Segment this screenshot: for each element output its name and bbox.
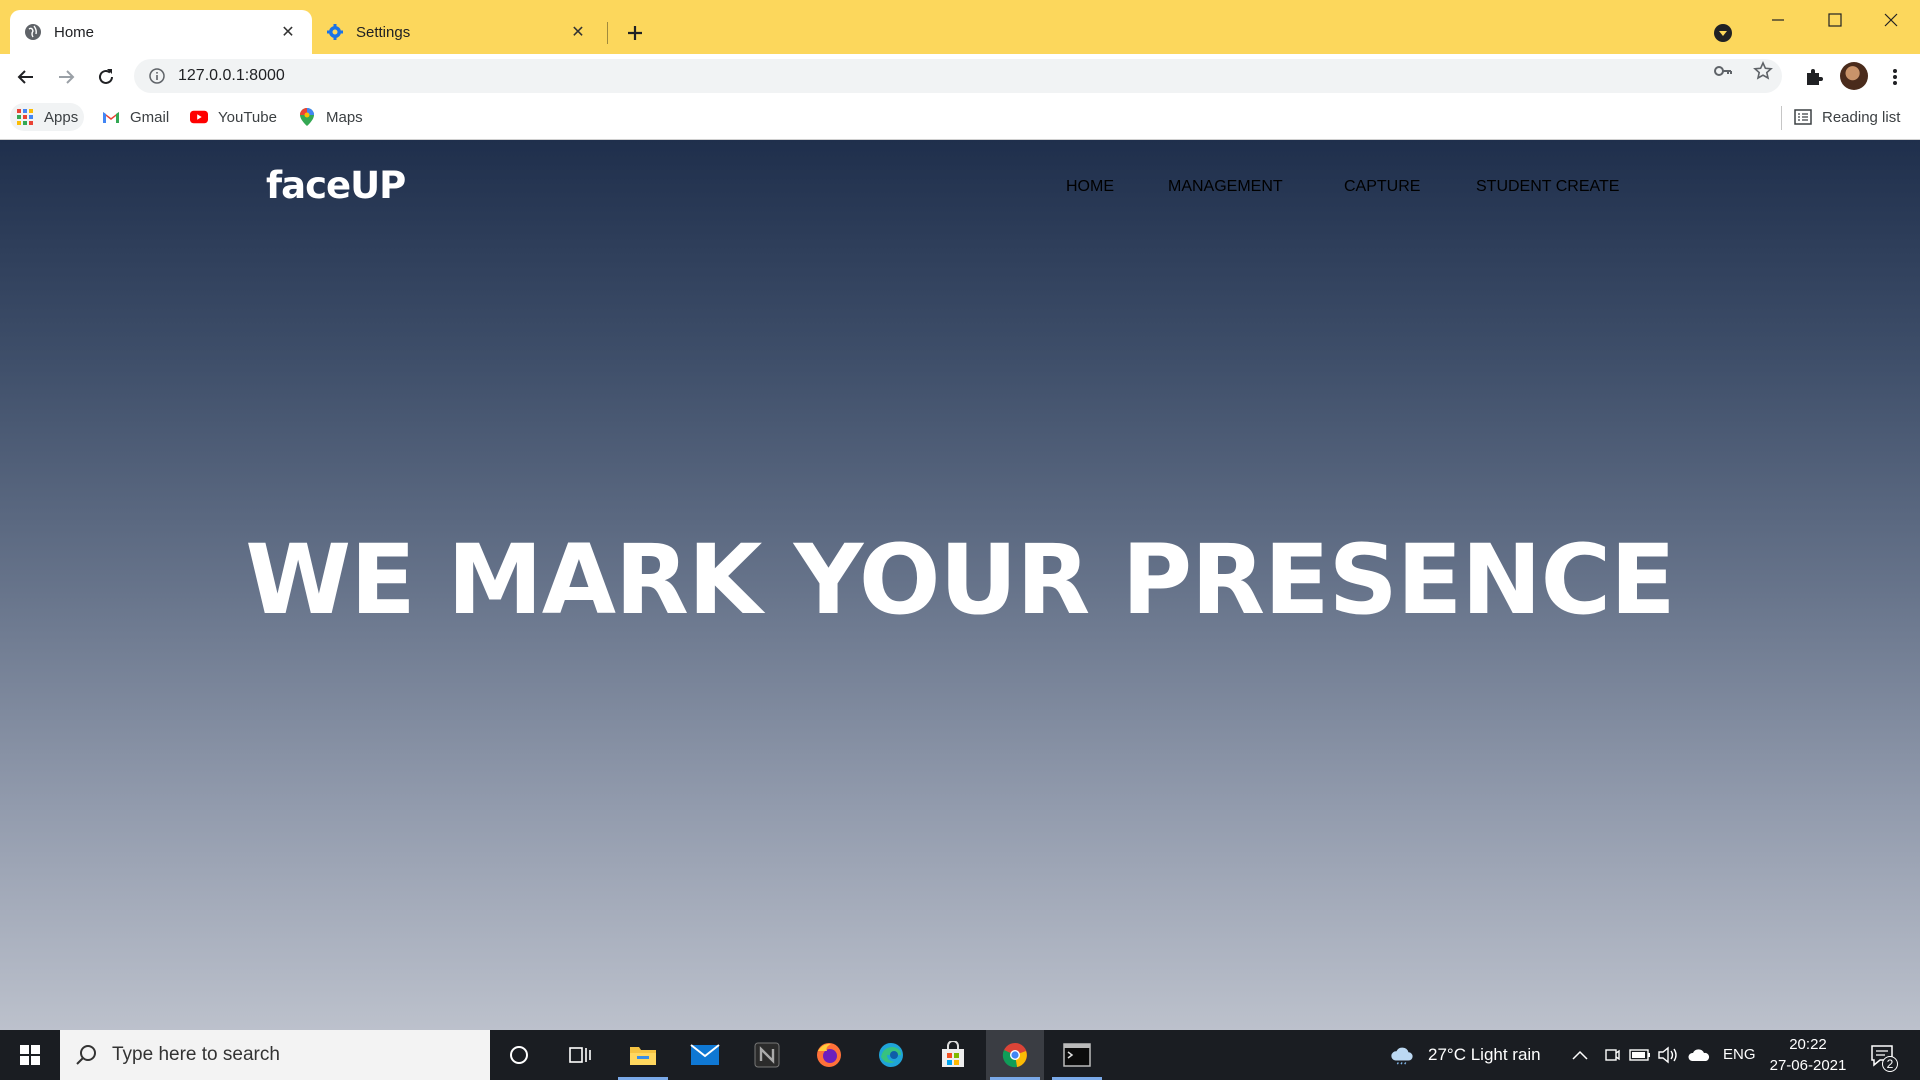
key-icon[interactable] <box>1713 61 1733 81</box>
bookmark-label: Maps <box>326 108 363 126</box>
site-logo[interactable]: faceUP <box>266 164 406 207</box>
clock[interactable]: 20:22 27-06-2021 <box>1760 1034 1856 1076</box>
weather-text[interactable]: 27°C Light rain <box>1428 1045 1541 1065</box>
chevron-up-icon[interactable] <box>1568 1043 1592 1067</box>
language-indicator[interactable]: ENG <box>1723 1046 1756 1063</box>
windows-start-icon[interactable] <box>0 1030 60 1080</box>
browser-title-bar: Home ✕ Settings ✕ <box>0 0 1920 54</box>
tab-label: Home <box>54 23 95 41</box>
extensions-puzzle-icon[interactable] <box>1801 64 1827 90</box>
terminal-icon[interactable] <box>1048 1030 1106 1080</box>
bookmark-label: Gmail <box>130 108 170 126</box>
web-page: faceUP HOME MANAGEMENT CAPTURE STUDENT C… <box>0 140 1920 1030</box>
mail-icon[interactable] <box>676 1030 734 1080</box>
tab-settings[interactable]: Settings ✕ <box>312 10 602 54</box>
file-explorer-icon[interactable] <box>614 1030 672 1080</box>
nav-student-create[interactable]: STUDENT CREATE <box>1476 178 1619 196</box>
youtube-icon <box>190 108 208 126</box>
nav-management[interactable]: MANAGEMENT <box>1168 178 1283 196</box>
bookmark-gmail[interactable]: Gmail <box>96 103 175 131</box>
reading-list-button[interactable]: Reading list <box>1788 103 1906 131</box>
search-icon <box>74 1043 98 1067</box>
hero-headline: WE MARK YOUR PRESENCE <box>245 524 1675 636</box>
bookmark-youtube[interactable]: YouTube <box>184 103 283 131</box>
bookmark-maps[interactable]: Maps <box>292 103 369 131</box>
task-view-icon[interactable] <box>551 1030 609 1080</box>
profile-avatar[interactable] <box>1840 62 1868 90</box>
cortana-icon[interactable] <box>490 1030 548 1080</box>
menu-kebab-icon[interactable] <box>1882 64 1908 90</box>
maximize-icon[interactable] <box>1815 8 1855 32</box>
tab-search-icon[interactable] <box>1712 22 1734 44</box>
reload-icon[interactable] <box>93 64 119 90</box>
globe-icon <box>24 23 42 41</box>
notification-count: 2 <box>1882 1056 1898 1072</box>
gear-icon <box>326 23 344 41</box>
back-arrow-icon[interactable] <box>13 64 39 90</box>
close-window-icon[interactable] <box>1871 8 1911 32</box>
nav-capture[interactable]: CAPTURE <box>1344 178 1420 196</box>
bookmarks-bar: Apps Gmail YouTube Maps Reading list <box>0 98 1920 140</box>
tab-divider <box>607 22 608 44</box>
address-bar[interactable] <box>134 59 1782 93</box>
reading-list-icon <box>1794 108 1812 126</box>
search-input[interactable] <box>112 1044 472 1066</box>
edge-icon[interactable] <box>862 1030 920 1080</box>
close-icon[interactable]: ✕ <box>278 22 298 42</box>
info-icon[interactable] <box>148 67 166 85</box>
bookmark-label: Apps <box>44 108 79 126</box>
new-tab-button[interactable] <box>620 18 650 48</box>
bookmark-label: YouTube <box>218 108 277 126</box>
chrome-icon[interactable] <box>986 1030 1044 1080</box>
maps-pin-icon <box>298 108 316 126</box>
notifications-icon[interactable]: 2 <box>1868 1042 1898 1072</box>
onedrive-icon[interactable] <box>1687 1043 1711 1067</box>
store-icon[interactable] <box>924 1030 982 1080</box>
notion-icon[interactable] <box>738 1030 796 1080</box>
taskbar: 27°C Light rain ENG 20:22 27-06-2021 2 <box>0 1030 1920 1080</box>
bookmarks-divider <box>1781 106 1782 130</box>
battery-icon[interactable] <box>1628 1043 1652 1067</box>
gmail-icon <box>102 108 120 126</box>
tab-home[interactable]: Home ✕ <box>10 10 312 54</box>
firefox-icon[interactable] <box>800 1030 858 1080</box>
url-input[interactable] <box>178 67 778 85</box>
close-icon[interactable]: ✕ <box>568 22 588 42</box>
clock-time: 20:22 <box>1789 1036 1827 1053</box>
star-bookmark-icon[interactable] <box>1753 61 1773 81</box>
reading-list-label: Reading list <box>1822 108 1901 126</box>
bookmark-apps[interactable]: Apps <box>10 103 85 131</box>
taskbar-search[interactable] <box>60 1030 490 1080</box>
minimize-icon[interactable] <box>1758 8 1798 32</box>
meet-now-icon[interactable] <box>1600 1043 1624 1067</box>
browser-toolbar <box>0 54 1920 98</box>
nav-home[interactable]: HOME <box>1066 178 1114 196</box>
forward-arrow-icon[interactable] <box>53 64 79 90</box>
clock-date: 27-06-2021 <box>1769 1057 1847 1074</box>
weather-cloud-icon[interactable] <box>1390 1043 1414 1067</box>
apps-grid-icon <box>16 108 34 126</box>
tab-label: Settings <box>356 23 411 41</box>
volume-icon[interactable] <box>1656 1043 1680 1067</box>
